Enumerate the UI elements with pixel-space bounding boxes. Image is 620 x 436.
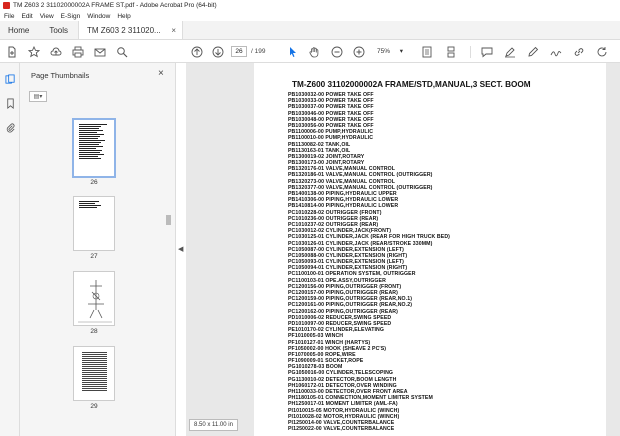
thumbnail-label: 26 xyxy=(90,179,98,186)
menu-view[interactable]: View xyxy=(40,13,54,20)
thumbnail-content xyxy=(79,201,109,209)
thumbnail-options-button[interactable]: ▤▾ xyxy=(29,91,47,102)
thumbnail-scrollbar[interactable] xyxy=(166,123,171,423)
thumbnail-label: 29 xyxy=(90,403,98,410)
chevron-down-icon: ▾ xyxy=(399,48,403,55)
page-thumbnails-icon[interactable] xyxy=(4,73,16,85)
thumbnail-page-27[interactable] xyxy=(73,196,115,251)
highlight-pen-icon[interactable] xyxy=(503,45,517,59)
title-bar: TM Z603 2 31102000002A FRAME ST.pdf - Ad… xyxy=(0,0,620,11)
acrobat-logo-icon xyxy=(3,2,10,9)
menu-bar: File Edit View E-Sign Window Help xyxy=(0,11,620,21)
window-title: TM Z603 2 31102000002A FRAME ST.pdf - Ad… xyxy=(13,2,217,9)
menu-help[interactable]: Help xyxy=(117,13,130,20)
parts-list-item: PC1030126-01 CYLINDER,JACK (REAR/STROKE … xyxy=(288,240,433,247)
pdf-page: TM-Z600 31102000002A FRAME/STD,MANUAL,3 … xyxy=(254,63,606,436)
bookmark-icon[interactable] xyxy=(4,97,16,109)
fill-sign-icon[interactable] xyxy=(549,45,563,59)
email-icon[interactable] xyxy=(93,45,107,59)
draw-pencil-icon[interactable] xyxy=(526,45,540,59)
tab-tools[interactable]: Tools xyxy=(39,21,78,39)
next-page-icon[interactable] xyxy=(211,45,225,59)
thumbnails-panel: Page Thumbnails × ▤▾ 26 27 28 29 xyxy=(20,63,176,436)
thumbnail-table xyxy=(82,352,107,392)
thumbnail-page-26[interactable] xyxy=(72,118,116,178)
zoom-out-icon[interactable] xyxy=(330,45,344,59)
fit-page-icon[interactable] xyxy=(420,45,434,59)
share-link-icon[interactable] xyxy=(572,45,586,59)
thumbnail-label: 27 xyxy=(90,253,98,260)
parts-list-item: PI1250022-00 VALVE,COUNTERBALANCE xyxy=(288,426,395,433)
scrollbar-thumb[interactable] xyxy=(166,215,171,225)
menu-edit[interactable]: Edit xyxy=(21,13,32,20)
page-size-indicator: 8.50 x 11.00 in xyxy=(189,419,238,431)
refresh-icon[interactable] xyxy=(595,45,609,59)
page-total: / 199 xyxy=(251,48,266,55)
bookmark-star-icon[interactable] xyxy=(27,45,41,59)
panel-close-icon[interactable]: × xyxy=(158,68,164,79)
zoom-level-select[interactable]: 75% ▾ xyxy=(375,46,405,57)
document-viewer[interactable]: TM-Z600 31102000002A FRAME/STD,MANUAL,3 … xyxy=(186,63,620,436)
zoom-level-value: 75% xyxy=(377,48,391,55)
zoom-in-icon[interactable] xyxy=(352,45,366,59)
tab-bar: Home Tools TM Z603 2 311020... × xyxy=(0,21,620,40)
thumbnail-label: 28 xyxy=(90,328,98,335)
parts-list-item: PC1030125-01 CYLINDER,JACK (REAR FOR HIG… xyxy=(288,234,451,241)
create-file-icon[interactable] xyxy=(5,45,19,59)
print-icon[interactable] xyxy=(71,45,85,59)
thumbnail-page-29[interactable] xyxy=(73,346,115,401)
upload-cloud-icon[interactable] xyxy=(49,45,63,59)
toolbar: 26 / 199 75% ▾ xyxy=(0,41,620,63)
hand-tool-icon[interactable] xyxy=(307,45,321,59)
comment-icon[interactable] xyxy=(480,45,494,59)
page-number-input[interactable]: 26 xyxy=(231,46,247,57)
collapse-panel-arrow-icon[interactable]: ◀ xyxy=(178,245,183,253)
thumbnail-content xyxy=(79,124,109,160)
tab-document[interactable]: TM Z603 2 311020... × xyxy=(78,21,184,39)
parts-list-item: PB1320186-01 VALVE,MANUAL CONTROL (OUTRI… xyxy=(288,172,433,179)
parts-list: PB1030032-00 POWER TAKE OFF PB1030033-00 … xyxy=(288,92,450,432)
select-cursor-icon[interactable] xyxy=(286,45,300,59)
scroll-mode-icon[interactable] xyxy=(444,45,458,59)
document-title: TM-Z600 31102000002A FRAME/STD,MANUAL,3 … xyxy=(292,80,531,89)
menu-file[interactable]: File xyxy=(4,13,14,20)
left-rail xyxy=(0,63,20,436)
attachment-paperclip-icon[interactable] xyxy=(4,121,16,133)
tab-document-label: TM Z603 2 311020... xyxy=(87,25,161,35)
tab-close-icon[interactable]: × xyxy=(171,26,176,35)
tab-home[interactable]: Home xyxy=(0,21,39,39)
thumbnail-page-28[interactable] xyxy=(73,271,115,326)
toolbar-divider xyxy=(470,46,471,58)
search-icon[interactable] xyxy=(115,45,129,59)
menu-window[interactable]: Window xyxy=(87,13,110,20)
panel-title: Page Thumbnails xyxy=(31,71,90,80)
diagram-drawing-icon xyxy=(78,280,112,323)
menu-esign[interactable]: E-Sign xyxy=(61,13,81,20)
previous-page-icon[interactable] xyxy=(190,45,204,59)
